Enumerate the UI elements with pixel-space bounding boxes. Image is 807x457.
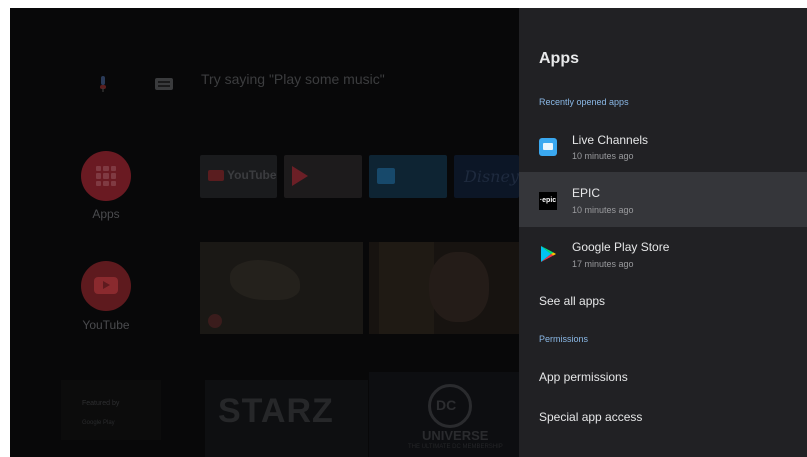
recent-app-live-channels[interactable]: Live Channels 10 minutes ago (519, 120, 807, 172)
dc-universe-title: UNIVERSE (422, 428, 489, 443)
apps-grid-icon (96, 166, 116, 186)
google-play-logo-icon (292, 166, 308, 186)
app-name: Google Play Store (572, 240, 670, 254)
youtube-favorite-label: YouTube (82, 318, 130, 332)
live-channels-tile[interactable] (369, 155, 447, 198)
epic-icon: ·epic (539, 192, 557, 210)
recent-app-google-play-store[interactable]: Google Play Store 17 minutes ago (519, 227, 807, 281)
dc-logo-text: DC (436, 397, 457, 413)
thumbnail-figure (230, 260, 300, 300)
youtube-tile[interactable]: YouTube (200, 155, 277, 198)
google-play-store-icon (541, 246, 556, 262)
app-last-opened: 10 minutes ago (572, 151, 634, 161)
thumbnail-figure (379, 242, 434, 334)
live-channels-logo-icon (377, 168, 395, 184)
recent-apps-header: Recently opened apps (539, 97, 629, 107)
thumbnail-figure (429, 252, 489, 322)
tv-screen: Try saying "Play some music" Apps YouTub… (10, 8, 807, 457)
disney-tile[interactable]: Disney+ (454, 155, 532, 198)
featured-promo[interactable] (61, 380, 161, 440)
dc-universe-subtitle: THE ULTIMATE DC MEMBERSHIP (408, 444, 503, 450)
keyboard-icon[interactable] (155, 78, 173, 90)
apps-settings-panel: Apps Recently opened apps Live Channels … (519, 8, 807, 457)
home-launcher-dimmed: Try saying "Play some music" Apps YouTub… (10, 8, 532, 457)
microphone-icon[interactable] (98, 76, 108, 92)
starz-logo: STARZ (218, 392, 334, 430)
promo-text: Featured by (82, 400, 120, 407)
special-app-access-button[interactable]: Special app access (539, 410, 642, 424)
app-last-opened: 17 minutes ago (572, 259, 634, 269)
youtube-logo-icon (208, 170, 224, 181)
live-channels-icon (539, 138, 557, 156)
apps-favorite-button[interactable] (81, 151, 131, 201)
google-play-tile[interactable] (284, 155, 362, 198)
app-last-opened: 10 minutes ago (572, 205, 634, 215)
youtube-favorite-button[interactable] (81, 261, 131, 311)
permissions-header: Permissions (539, 334, 589, 344)
youtube-play-icon (94, 277, 118, 294)
app-name: EPIC (572, 186, 601, 200)
video-thumbnail[interactable] (200, 242, 363, 334)
see-all-apps-button[interactable]: See all apps (539, 294, 605, 308)
app-permissions-button[interactable]: App permissions (539, 370, 628, 384)
channel-icon (208, 314, 222, 328)
search-hint[interactable]: Try saying "Play some music" (201, 71, 385, 87)
apps-favorite-label: Apps (92, 207, 120, 221)
app-name: Live Channels (572, 133, 649, 147)
recent-app-epic[interactable]: ·epic EPIC 10 minutes ago (519, 172, 807, 227)
youtube-tile-label: YouTube (227, 168, 277, 182)
promo-text: Google Play (82, 420, 115, 426)
panel-title: Apps (539, 50, 579, 67)
dc-logo-icon: DC (428, 384, 472, 428)
video-thumbnail[interactable] (369, 242, 519, 334)
